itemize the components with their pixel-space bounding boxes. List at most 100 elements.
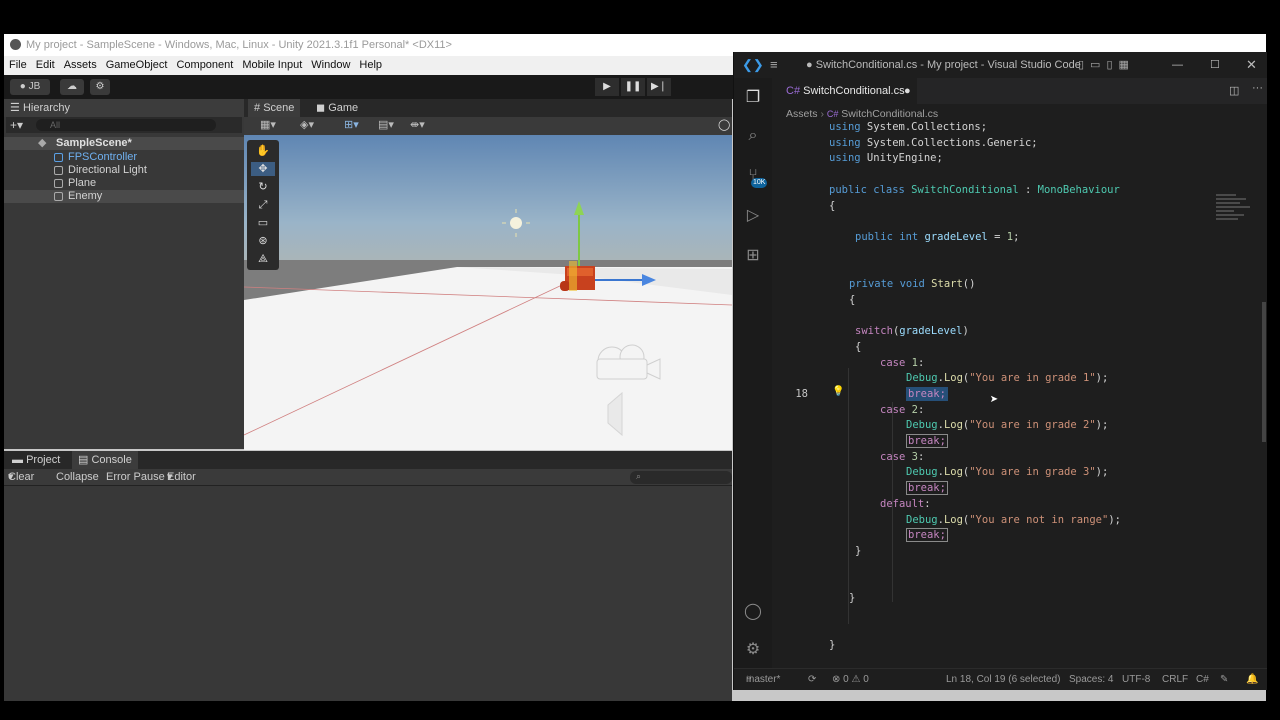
rect-tool-icon[interactable]: ▭ <box>251 216 275 230</box>
tab-project[interactable]: ▬ Project <box>6 451 66 469</box>
encoding-indicator[interactable]: UTF-8 <box>1122 669 1150 690</box>
menu-edit[interactable]: Edit <box>36 56 55 75</box>
code-line-15: case 1: <box>880 356 924 372</box>
notifications-bell-icon[interactable]: 🔔 <box>1246 669 1258 690</box>
close-icon[interactable]: ✕ <box>1246 52 1257 78</box>
game-tab-label: Game <box>328 102 359 114</box>
step-button[interactable]: ▶❘ <box>647 78 671 96</box>
hierarchy-scene-row[interactable]: ◆ SampleScene* <box>4 137 244 150</box>
problems-indicator[interactable]: ⊗ 0 ⚠ 0 <box>832 669 869 690</box>
eol-indicator[interactable]: CRLF <box>1162 669 1188 690</box>
menu-file[interactable]: File <box>9 56 27 75</box>
tab-console[interactable]: ▤ Console <box>72 451 138 469</box>
move-tool-icon[interactable]: ✥ <box>251 162 275 176</box>
token: SwitchConditional <box>904 183 1019 196</box>
token: using <box>829 152 861 165</box>
grid-snap-icon[interactable]: ▤▾ <box>378 118 394 131</box>
scene-viewport[interactable]: ✋ ✥ ↻ ⤢ ▭ ⊛ ⟁ <box>244 135 732 450</box>
draw-mode-icon[interactable]: ◈▾ <box>300 118 314 131</box>
error-pause-button[interactable]: Error Pause <box>106 469 165 486</box>
menu-window[interactable]: Window <box>311 56 350 75</box>
code-line-6: { <box>829 199 835 215</box>
minimap[interactable] <box>1216 194 1256 234</box>
layout-toggle-icons[interactable]: ▯▭▯▦ <box>1078 52 1135 78</box>
rotate-tool-icon[interactable]: ↻ <box>251 180 275 194</box>
pause-button[interactable]: ❚❚ <box>621 78 645 96</box>
breadcrumb-folder[interactable]: Assets <box>786 108 818 120</box>
hierarchy-tabbar: ☰ Hierarchy <box>4 99 244 117</box>
scene-render <box>244 135 732 450</box>
scm-badge: 10K <box>751 178 768 188</box>
custom-tool-icon[interactable]: ⟁ <box>251 252 275 266</box>
code-editor[interactable]: using System.Collections; using System.C… <box>772 122 1267 668</box>
token: using <box>829 136 861 149</box>
scene-settings-icon[interactable]: ◯ <box>718 118 730 131</box>
feedback-icon[interactable]: ✎ <box>1220 669 1228 690</box>
vertical-scrollbar[interactable] <box>1262 302 1266 442</box>
scale-tool-icon[interactable]: ⤢ <box>251 198 275 212</box>
account-icon[interactable]: ◯ <box>743 602 763 622</box>
tab-switchconditional[interactable]: C# SwitchConditional.cs ● <box>772 78 917 104</box>
shading-mode-icon[interactable]: ▦▾ <box>260 118 276 131</box>
code-line-10: private void Start() <box>849 277 975 293</box>
extensions-icon[interactable]: ⊞ <box>743 246 763 266</box>
menu-component[interactable]: Component <box>176 56 233 75</box>
lightbulb-icon[interactable]: 💡 <box>832 386 844 397</box>
gizmo-toggle-icon[interactable]: ⊞▾ <box>344 118 359 131</box>
editor-dropdown[interactable]: Editor ▾ <box>167 469 196 486</box>
run-debug-icon[interactable]: ▷ <box>743 206 763 226</box>
code-line-27: } <box>855 544 861 560</box>
code-line-14: { <box>855 340 861 356</box>
menu-help[interactable]: Help <box>359 56 382 75</box>
cloud-icon[interactable]: ☁ <box>60 79 84 95</box>
hierarchy-item-directional-light[interactable]: Directional Light <box>4 164 244 177</box>
source-control-icon[interactable]: ⑂ 10K <box>743 166 768 188</box>
token: System.Collections.Generic; <box>860 136 1038 149</box>
language-mode[interactable]: C# <box>1196 669 1209 690</box>
hierarchy-item-enemy[interactable]: Enemy <box>4 190 244 203</box>
transform-tool-icon[interactable]: ⊛ <box>251 234 275 248</box>
hand-tool-icon[interactable]: ✋ <box>251 144 275 158</box>
collapse-button[interactable]: Collapse <box>56 469 99 486</box>
manage-gear-icon[interactable]: ⚙ <box>743 640 763 660</box>
sync-icon[interactable]: ⟳ <box>808 669 816 690</box>
token: : <box>1018 183 1038 196</box>
more-actions-icon[interactable]: ··· <box>1252 82 1263 94</box>
console-clear-button[interactable]: Clear ▾ <box>8 469 34 486</box>
tab-game[interactable]: ◼ Game <box>310 99 364 117</box>
menu-mobile-input[interactable]: Mobile Input <box>242 56 302 75</box>
editor-label: Editor <box>167 471 196 483</box>
code-line-5: public class SwitchConditional : MonoBeh… <box>829 183 1120 199</box>
explorer-icon[interactable]: ❐ <box>743 88 763 108</box>
play-button[interactable]: ▶ <box>595 78 619 96</box>
minimize-icon[interactable]: — <box>1172 52 1183 78</box>
hamburger-menu-icon[interactable]: ≡ <box>770 52 778 78</box>
maximize-icon[interactable]: ☐ <box>1210 52 1220 78</box>
cursor-position[interactable]: Ln 18, Col 19 (6 selected) <box>946 669 1061 690</box>
code-line-29: } <box>849 591 855 607</box>
token: case <box>880 450 906 463</box>
account-button[interactable]: ● JB <box>10 79 50 95</box>
console-search-input[interactable]: ⌕ <box>630 471 732 484</box>
indentation-indicator[interactable]: Spaces: 4 <box>1069 669 1113 690</box>
split-editor-icon[interactable]: ◫ <box>1229 84 1239 97</box>
tab-hierarchy[interactable]: ☰ Hierarchy <box>4 99 244 117</box>
add-object-icon[interactable]: +▾ <box>10 117 23 133</box>
token: = <box>987 230 1007 243</box>
token: UnityEngine; <box>860 152 943 165</box>
search-icon: ⌕ <box>636 471 642 481</box>
unsaved-dot-icon[interactable]: ● <box>904 78 911 104</box>
collab-icon[interactable]: ⚙ <box>90 79 110 95</box>
search-icon[interactable]: ⌕ <box>743 126 763 146</box>
code-line-21: case 3: <box>880 450 924 466</box>
breadcrumb-file[interactable]: SwitchConditional.cs <box>841 108 938 120</box>
menu-gameobject[interactable]: GameObject <box>106 56 168 75</box>
menu-assets[interactable]: Assets <box>64 56 97 75</box>
hierarchy-item-fpscontroller[interactable]: FPSController <box>4 151 244 164</box>
tab-scene[interactable]: # Scene <box>248 99 301 117</box>
hierarchy-search-input[interactable]: All <box>36 119 216 131</box>
increment-snap-icon[interactable]: ⇼▾ <box>410 118 425 131</box>
hierarchy-panel: ☰ Hierarchy +▾ All ◆ SampleScene* FPSCon… <box>4 99 244 449</box>
hierarchy-item-plane[interactable]: Plane <box>4 177 244 190</box>
code-line-11: { <box>849 293 855 309</box>
